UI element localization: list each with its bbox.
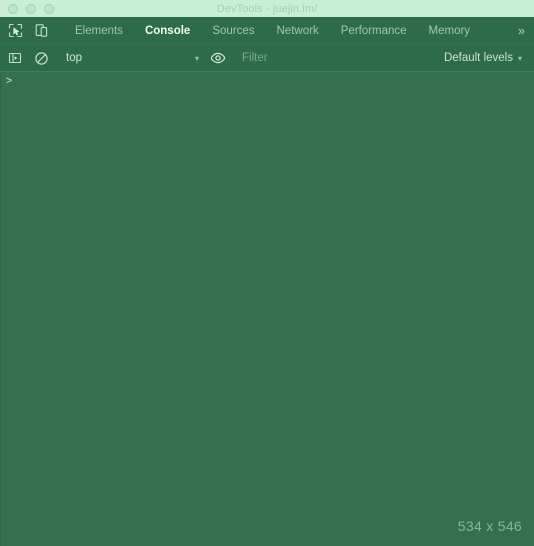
tab-sources[interactable]: Sources [201,17,265,44]
chevron-down-icon: ▾ [517,53,522,63]
console-prompt-input[interactable] [17,74,534,90]
log-levels-label: Default levels [443,52,513,64]
minimize-button[interactable] [26,3,36,14]
tab-memory[interactable]: Memory [418,17,482,44]
log-levels-selector[interactable]: Default levels ▾ [444,52,524,64]
live-expression-button[interactable] [205,46,231,70]
device-toolbar-icon [34,23,49,38]
inspect-element-button[interactable] [2,18,28,44]
more-tabs-icon[interactable]: » [514,17,534,44]
prompt-chevron-icon: > [5,75,13,87]
inspect-element-icon [8,23,23,38]
console-toolbar: top ▾ Default levels ▾ [0,45,534,72]
tab-elements[interactable]: Elements [64,17,134,44]
viewport-size-badge: 534 x 546 [457,518,522,534]
device-toolbar-button[interactable] [28,18,54,44]
window-titlebar: DevTools - juejin.im/ [0,0,534,17]
window-title: DevTools - juejin.im/ [216,2,318,15]
close-button[interactable] [8,3,18,14]
chevron-down-icon: ▾ [194,53,199,63]
live-expression-eye-icon [210,52,226,64]
panel-tabs: Elements Console Sources Network Perform… [64,17,514,44]
console-filter-input[interactable] [242,48,444,68]
traffic-lights [0,3,54,14]
zoom-button[interactable] [44,3,54,14]
execution-context-value: top [66,52,82,64]
clear-console-icon [34,51,49,66]
console-sidebar-button[interactable] [2,45,28,71]
console-prompt-row[interactable]: > [1,72,534,92]
clear-console-button[interactable] [28,45,54,71]
devtools-window: DevTools - juejin.im/ Elements Console S… [0,0,534,546]
devtools-tabbar: Elements Console Sources Network Perform… [0,17,534,45]
console-message-area[interactable]: > 534 x 546 [0,72,534,546]
tab-network[interactable]: Network [266,17,330,44]
tab-console[interactable]: Console [134,17,201,44]
console-sidebar-icon [8,51,22,65]
execution-context-selector[interactable]: top ▾ [66,48,201,68]
tab-performance[interactable]: Performance [330,17,418,44]
